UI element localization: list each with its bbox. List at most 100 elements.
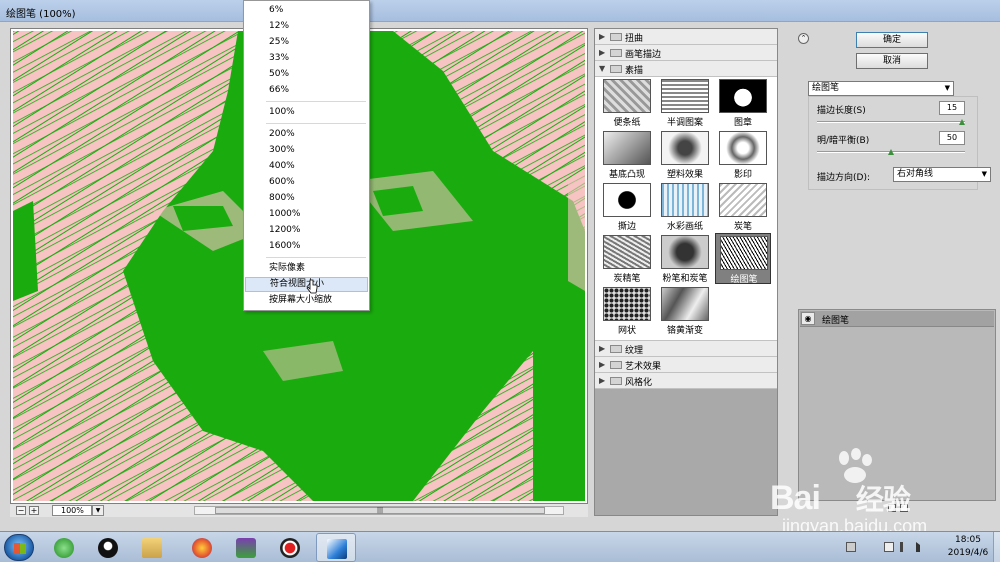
- zoom-in-button[interactable]: +: [29, 506, 39, 515]
- ok-button[interactable]: 确定: [856, 32, 928, 48]
- start-button[interactable]: [4, 534, 34, 561]
- zoom-menu-item[interactable]: 600%: [245, 175, 368, 190]
- thumb-image: [719, 183, 767, 217]
- balance-slider-knob[interactable]: [888, 149, 894, 155]
- filter-thumb-chalk-charcoal[interactable]: 粉笔和炭笔: [657, 233, 713, 284]
- folder-icon: [610, 361, 622, 369]
- keyboard-icon[interactable]: [846, 542, 856, 552]
- qq-icon: [98, 538, 118, 558]
- horizontal-scrollbar[interactable]: |||: [194, 506, 564, 515]
- thumb-image: [603, 79, 651, 113]
- thumb-image: [603, 235, 651, 269]
- category-texture[interactable]: ▶ 纹理: [595, 341, 777, 357]
- folder-open-icon: [610, 65, 622, 73]
- zoom-menu-item[interactable]: 25%: [245, 35, 368, 50]
- stroke-length-slider[interactable]: [817, 121, 965, 123]
- windows-logo-icon: [14, 543, 26, 554]
- show-desktop-button[interactable]: [993, 532, 1000, 562]
- filter-thumb-reticulation[interactable]: 网状: [599, 285, 655, 336]
- taskbar-app-recorder[interactable]: [270, 533, 310, 562]
- filter-thumb-halftone[interactable]: 半调图案: [657, 77, 713, 128]
- category-distort[interactable]: ▶ 扭曲: [595, 29, 777, 45]
- filter-thumb-charcoal[interactable]: 炭笔: [715, 181, 771, 232]
- mouse-cursor-icon: [306, 279, 318, 294]
- category-stylize[interactable]: ▶ 风格化: [595, 373, 777, 389]
- cancel-button[interactable]: 取消: [856, 53, 928, 69]
- balance-label: 明/暗平衡(B): [817, 136, 870, 146]
- actual-pixels-item[interactable]: 实际像素: [245, 261, 368, 276]
- effect-layer-row[interactable]: ◉ 绘图笔: [800, 311, 994, 327]
- filter-thumb-photocopy[interactable]: 影印: [715, 129, 771, 180]
- zoom-value-field[interactable]: 100%: [52, 505, 92, 516]
- title-bar: 绘图笔 (100%): [0, 0, 1000, 22]
- filter-thumb-stamp[interactable]: 图章: [715, 77, 771, 128]
- zoom-dropdown-button[interactable]: ▼: [92, 505, 104, 516]
- media-player-icon: [236, 538, 256, 558]
- folder-icon: [610, 345, 622, 353]
- balance-input[interactable]: 50: [939, 131, 965, 145]
- zoom-menu-item[interactable]: 300%: [245, 143, 368, 158]
- taskbar-app-firefox[interactable]: [182, 533, 222, 562]
- taskbar: 18:05 2019/4/6: [0, 531, 1000, 562]
- collapse-triangle-icon: ▼: [599, 64, 606, 73]
- filter-thumb-torn-edges[interactable]: 撕边: [599, 181, 655, 232]
- zoom-menu-item[interactable]: 100%: [245, 105, 368, 120]
- filter-thumb-chrome[interactable]: 铬黄渐变: [657, 285, 713, 336]
- taskbar-app-files[interactable]: [132, 533, 172, 562]
- chevron-down-icon: ▼: [981, 170, 987, 178]
- thumb-image: [719, 131, 767, 165]
- zoom-menu-item[interactable]: 33%: [245, 51, 368, 66]
- stroke-direction-select[interactable]: 右对角线 ▼: [893, 167, 991, 182]
- clock-date[interactable]: 2019/4/6: [940, 548, 996, 558]
- stroke-length-input[interactable]: 15: [939, 101, 965, 115]
- stroke-length-slider-knob[interactable]: [959, 119, 966, 125]
- taskbar-app-photoshop[interactable]: [316, 533, 356, 562]
- filter-thumb-bas-relief[interactable]: 基底凸现: [599, 129, 655, 180]
- filter-thumb-plaster[interactable]: 塑料效果: [657, 129, 713, 180]
- app-window: 绘图笔 (100%) − + 100% ▼ ||| 6% 12% 25% 33%…: [0, 0, 1000, 562]
- thumb-image: [661, 287, 709, 321]
- zoom-menu-item[interactable]: 200%: [245, 127, 368, 142]
- zoom-menu-item[interactable]: 800%: [245, 191, 368, 206]
- thumb-image: [661, 79, 709, 113]
- zoom-menu-item[interactable]: 6%: [245, 3, 368, 18]
- filter-thumb-graphic-pen[interactable]: 绘图笔: [715, 233, 771, 285]
- expand-triangle-icon: ▶: [599, 360, 606, 369]
- taskbar-app-explorer[interactable]: [44, 533, 84, 562]
- filter-thumb-note-paper[interactable]: 便条纸: [599, 77, 655, 128]
- filter-select-value: 绘图笔: [812, 83, 840, 93]
- expand-triangle-icon: ▶: [599, 48, 606, 57]
- filter-thumb-conte-crayon[interactable]: 炭精笔: [599, 233, 655, 284]
- clock-time[interactable]: 18:05: [948, 535, 988, 545]
- zoom-menu-item[interactable]: 1200%: [245, 223, 368, 238]
- fit-on-screen-item[interactable]: 按屏幕大小缩放: [245, 293, 368, 308]
- zoom-menu-item[interactable]: 1600%: [245, 239, 368, 254]
- category-artistic[interactable]: ▶ 艺术效果: [595, 357, 777, 373]
- network-icon[interactable]: [900, 542, 910, 552]
- volume-icon[interactable]: [916, 542, 926, 552]
- taskbar-app-qq[interactable]: [88, 533, 128, 562]
- zoom-menu: 6% 12% 25% 33% 50% 66% 100% 200% 300% 40…: [243, 0, 370, 311]
- windows-explorer-icon: [54, 538, 74, 558]
- collapse-gallery-button[interactable]: ⌃: [798, 33, 809, 44]
- zoom-menu-item[interactable]: 50%: [245, 67, 368, 82]
- preview-zoom-bar: − + 100% ▼ |||: [10, 504, 588, 517]
- usb-device-icon[interactable]: [884, 542, 894, 552]
- filter-thumb-water-paper[interactable]: 水彩画纸: [657, 181, 713, 232]
- photoshop-feather-icon: [327, 539, 347, 559]
- stroke-direction-label: 描边方向(D):: [817, 173, 870, 183]
- category-sketch[interactable]: ▼ 素描: [595, 61, 777, 77]
- scrollbar-thumb[interactable]: |||: [215, 507, 545, 514]
- zoom-menu-item[interactable]: 12%: [245, 19, 368, 34]
- menu-separator: [266, 101, 366, 102]
- zoom-menu-item[interactable]: 1000%: [245, 207, 368, 222]
- category-brush-strokes[interactable]: ▶ 画笔描边: [595, 45, 777, 61]
- zoom-out-button[interactable]: −: [16, 506, 26, 515]
- expand-triangle-icon: ▶: [599, 344, 606, 353]
- filter-select[interactable]: 绘图笔 ▼: [808, 81, 954, 96]
- eye-icon[interactable]: ◉: [801, 312, 815, 325]
- zoom-menu-item[interactable]: 400%: [245, 159, 368, 174]
- taskbar-app-media[interactable]: [226, 533, 266, 562]
- filter-settings-panel: ⌃ 确定 取消 绘图笔 ▼ 描边长度(S) 15 明/暗平衡(B) 50 描边方…: [784, 28, 1000, 516]
- zoom-menu-item[interactable]: 66%: [245, 83, 368, 98]
